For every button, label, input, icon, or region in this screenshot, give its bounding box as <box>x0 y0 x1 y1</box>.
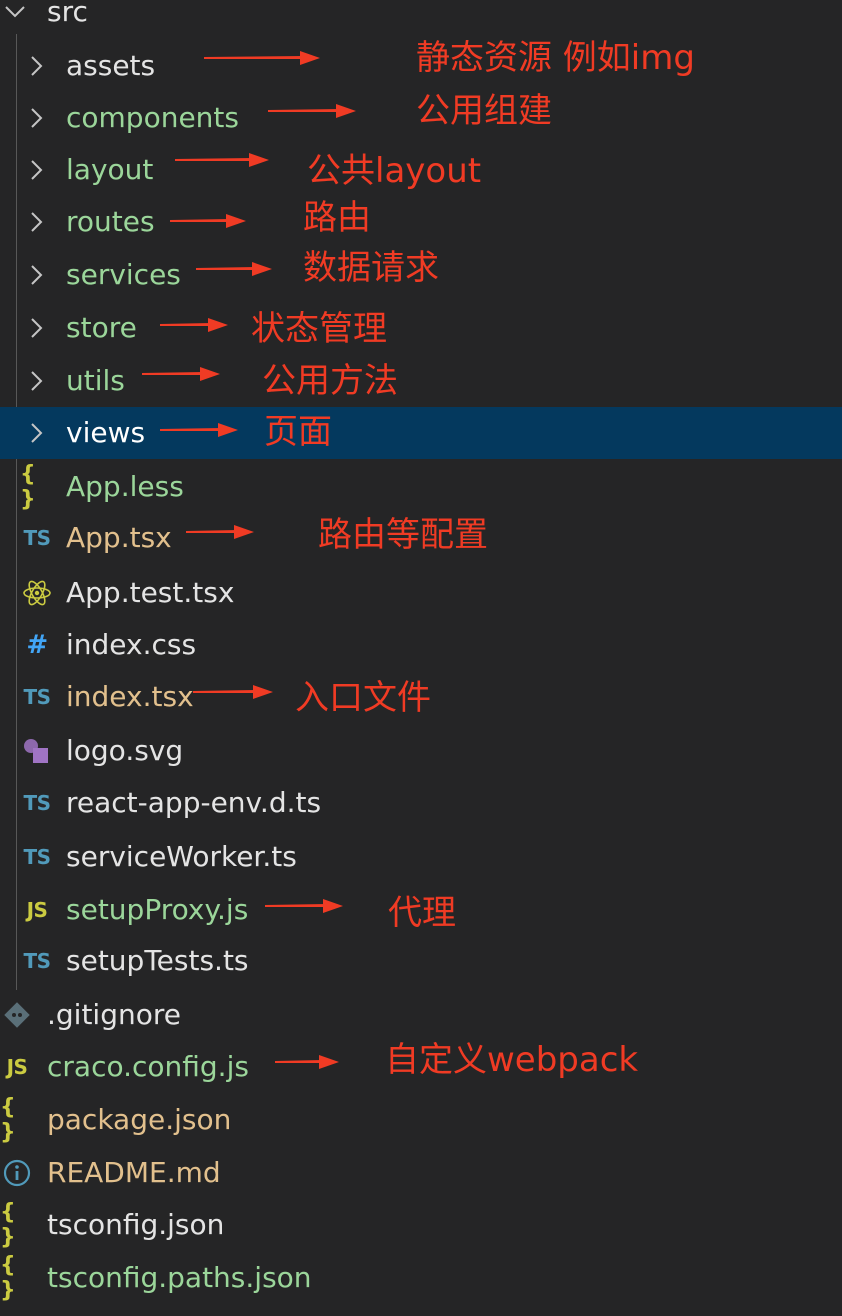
file-label: react-app-env.d.ts <box>66 786 322 819</box>
file-label: tsconfig.paths.json <box>47 1261 312 1294</box>
typescript-icon: TS <box>23 791 51 815</box>
annotation-label: 静态资源 例如img <box>416 38 695 78</box>
annotation-label: 入口文件 <box>295 678 431 718</box>
arrow-right-icon <box>193 685 273 699</box>
folder-label-src: src <box>47 0 88 28</box>
file-label: index.tsx <box>66 680 194 713</box>
tree-row-file[interactable]: .gitignore <box>0 989 842 1041</box>
tree-row-file[interactable]: TS setupTests.ts <box>0 935 842 987</box>
chevron-right-icon <box>29 92 47 144</box>
arrow-right-icon <box>170 214 246 228</box>
folder-label-components: components <box>66 101 239 134</box>
tree-row-file[interactable]: { } tsconfig.paths.json <box>0 1252 842 1304</box>
folder-label-views: views <box>66 416 146 449</box>
tree-row-src[interactable]: src <box>0 0 842 38</box>
chevron-right-icon <box>29 407 47 459</box>
tree-row-file[interactable]: TS serviceWorker.ts <box>0 831 842 883</box>
folder-label-layout: layout <box>66 153 154 186</box>
arrow-right-icon <box>186 525 254 539</box>
annotation-label: 页面 <box>264 412 332 452</box>
arrow-right-icon <box>160 318 228 332</box>
git-icon <box>0 989 34 1041</box>
annotation-label: 数据请求 <box>303 248 439 288</box>
hash-icon: # <box>26 630 48 660</box>
file-label: App.tsx <box>66 521 172 554</box>
file-label: package.json <box>47 1103 232 1136</box>
tree-row-file[interactable]: README.md <box>0 1147 842 1199</box>
file-label: .gitignore <box>47 998 181 1031</box>
annotation-label: 路由等配置 <box>318 515 488 555</box>
tree-row-folder-routes[interactable]: routes <box>0 196 842 248</box>
tree-row-file[interactable]: # index.css <box>0 619 842 671</box>
chevron-right-icon <box>29 249 47 301</box>
react-icon <box>20 567 54 619</box>
braces-icon: { } <box>0 1253 16 1303</box>
typescript-icon: TS <box>23 845 51 869</box>
typescript-icon: TS <box>23 949 51 973</box>
annotation-label: 公共layout <box>307 151 482 191</box>
braces-icon: { } <box>0 1095 16 1145</box>
tree-row-folder-store[interactable]: store <box>0 302 842 354</box>
braces-icon: { } <box>0 1200 16 1250</box>
file-label: serviceWorker.ts <box>66 840 297 873</box>
file-label: App.less <box>66 470 184 503</box>
tree-row-file[interactable]: { } App.less <box>0 461 842 513</box>
tree-row-folder-views[interactable]: views <box>0 407 842 459</box>
chevron-right-icon <box>29 40 47 92</box>
folder-label-routes: routes <box>66 205 155 238</box>
arrow-right-icon <box>204 51 320 65</box>
braces-icon: { } <box>20 462 36 512</box>
folder-label-services: services <box>66 258 181 291</box>
folder-label-assets: assets <box>66 49 156 82</box>
javascript-icon: JS <box>6 1055 28 1079</box>
arrow-right-icon <box>175 153 269 167</box>
chevron-right-icon <box>29 144 47 196</box>
arrow-right-icon <box>196 262 272 276</box>
tree-row-file[interactable]: { } package.json <box>0 1094 842 1146</box>
info-icon <box>0 1147 34 1199</box>
chevron-right-icon <box>29 355 47 407</box>
file-label: index.css <box>66 628 197 661</box>
chevron-down-icon <box>4 0 26 25</box>
chevron-right-icon <box>29 196 47 248</box>
typescript-icon: TS <box>23 685 51 709</box>
chevron-right-icon <box>29 302 47 354</box>
javascript-icon: JS <box>26 898 48 922</box>
file-label: setupProxy.js <box>66 893 249 926</box>
file-label: craco.config.js <box>47 1050 249 1083</box>
file-label: App.test.tsx <box>66 576 235 609</box>
arrow-right-icon <box>142 367 220 381</box>
file-label: setupTests.ts <box>66 944 249 977</box>
tree-row-file[interactable]: logo.svg <box>0 725 842 777</box>
annotation-label: 代理 <box>388 893 456 933</box>
arrow-right-icon <box>268 104 356 118</box>
file-label: README.md <box>47 1156 221 1189</box>
annotation-label: 状态管理 <box>251 309 387 349</box>
typescript-icon: TS <box>23 526 51 550</box>
svg-shapes-icon <box>20 725 54 777</box>
annotation-label: 公用方法 <box>262 361 398 401</box>
tree-row-folder-utils[interactable]: utils <box>0 355 842 407</box>
tree-row-file[interactable]: TS react-app-env.d.ts <box>0 777 842 829</box>
annotation-label: 路由 <box>303 198 371 238</box>
tree-row-file[interactable]: { } tsconfig.json <box>0 1199 842 1251</box>
annotation-label: 公用组建 <box>416 91 552 131</box>
arrow-right-icon <box>265 899 343 913</box>
folder-label-utils: utils <box>66 364 125 397</box>
folder-label-store: store <box>66 311 137 344</box>
annotation-label: 自定义webpack <box>385 1040 639 1080</box>
arrow-right-icon <box>275 1055 339 1069</box>
tree-row-file[interactable]: App.test.tsx <box>0 567 842 619</box>
arrow-right-icon <box>160 423 238 437</box>
file-label: logo.svg <box>66 734 184 767</box>
file-label: tsconfig.json <box>47 1208 225 1241</box>
